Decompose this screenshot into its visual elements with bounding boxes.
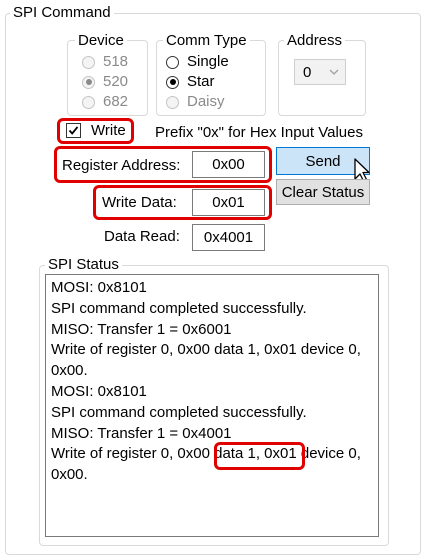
write-data-label: Write Data: [102, 194, 177, 211]
comm-type-title: Comm Type [163, 32, 250, 50]
data-value-highlight [214, 442, 305, 470]
device-radio-682: 682 [82, 93, 128, 111]
status-line: MISO: Transfer 1 = 0x6001 [51, 320, 232, 338]
write-data-input[interactable]: 0x01 [192, 189, 265, 216]
radio-icon [82, 55, 95, 69]
device-title: Device [75, 32, 127, 50]
radio-icon [166, 95, 179, 109]
device-radio-518: 518 [82, 53, 128, 71]
write-label[interactable]: Write [91, 122, 126, 140]
status-line: 0x00. [51, 362, 88, 380]
data-read-label: Data Read: [104, 228, 180, 245]
status-line: MOSI: 0x8101 [51, 382, 147, 400]
comm-type-radio-single[interactable]: Single [166, 53, 229, 71]
device-radio-520: 520 [82, 73, 128, 91]
write-checkbox[interactable] [66, 123, 81, 138]
radio-icon[interactable] [166, 75, 179, 89]
register-address-input[interactable]: 0x00 [192, 151, 265, 178]
radio-icon[interactable] [166, 55, 179, 69]
register-address-label: Register Address: [62, 157, 181, 174]
spi-status-textarea[interactable]: MOSI: 0x8101 SPI command completed succe… [45, 274, 379, 537]
comm-type-radio-daisy: Daisy [166, 93, 225, 111]
status-line: MISO: Transfer 1 = 0x4001 [51, 424, 232, 442]
status-line: MOSI: 0x8101 [51, 279, 147, 296]
address-dropdown[interactable]: 0 [294, 59, 346, 85]
spi-status-title: SPI Status [45, 256, 122, 274]
address-title: Address [284, 32, 346, 50]
comm-type-radio-star[interactable]: Star [166, 73, 215, 91]
radio-icon [82, 75, 95, 89]
checkmark-icon [68, 126, 79, 135]
status-line: SPI command completed successfully. [51, 403, 307, 421]
status-line: Write of register 0, 0x00 data 1, 0x01 d… [51, 341, 361, 359]
clear-status-button[interactable]: Clear Status [276, 179, 370, 205]
status-line: SPI command completed successfully. [51, 299, 307, 317]
hex-hint-text: Prefix "0x" for Hex Input Values [155, 124, 363, 141]
data-read-field[interactable]: 0x4001 [192, 224, 265, 251]
status-line: 0x00. [51, 466, 88, 484]
radio-icon [82, 95, 95, 109]
chevron-down-icon [329, 69, 339, 75]
address-value: 0 [303, 63, 312, 81]
spi-command-title: SPI Command [10, 4, 114, 22]
